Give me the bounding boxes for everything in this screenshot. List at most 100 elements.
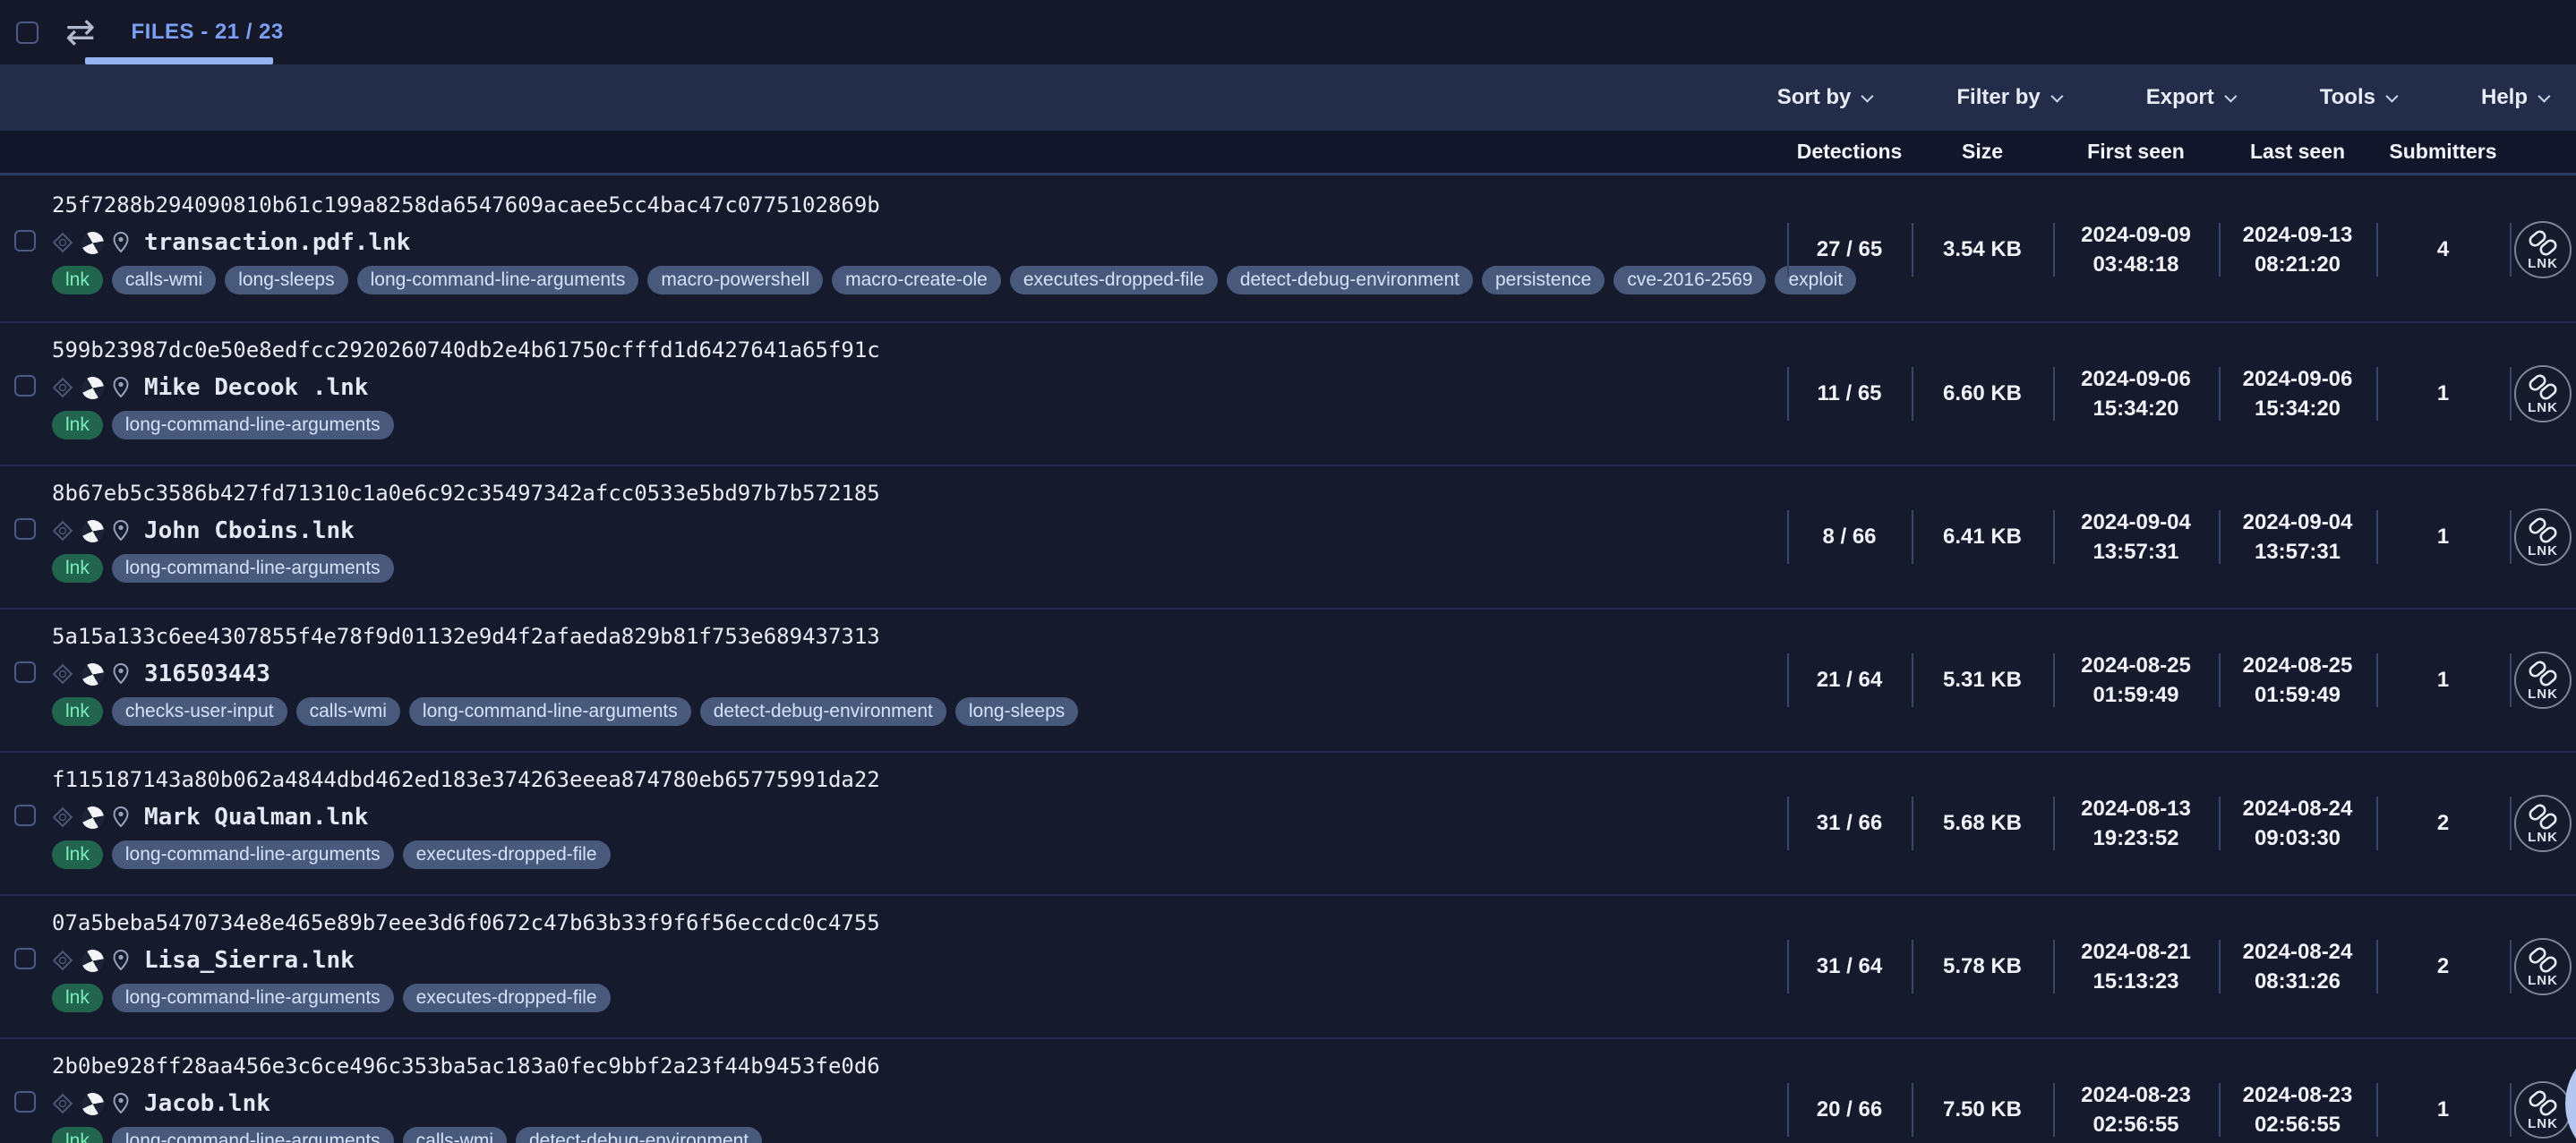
file-hash-link[interactable]: 25f7288b294090810b61c199a8258da6547609ac… (52, 192, 1865, 218)
tag-pill[interactable]: calls-wmi (112, 266, 216, 294)
submitters-value: 2 (2437, 954, 2449, 979)
file-hash-link[interactable]: 07a5beba5470734e8e465e89b7eee3d6f0672c47… (52, 910, 880, 935)
file-row: f115187143a80b062a4844dbd462ed183e374263… (0, 751, 2576, 894)
tag-pill[interactable]: long-command-line-arguments (112, 984, 394, 1012)
menu-item-filter-by[interactable]: Filter by (1956, 85, 2059, 110)
tag-pill[interactable]: lnk (52, 840, 103, 869)
tag-pill[interactable]: long-command-line-arguments (112, 1127, 394, 1143)
lnk-file-type-icon: LNK (2513, 364, 2572, 423)
tag-pill[interactable]: lnk (52, 697, 103, 726)
tag-pill[interactable]: persistence (1482, 266, 1605, 294)
detections-cell: 27 / 65 (1787, 178, 1912, 321)
file-info: 599b23987dc0e50e8edfcc2920260740db2e4b61… (52, 337, 880, 439)
crosshair-icon (52, 520, 73, 542)
globe-icon (81, 377, 104, 399)
tag-pill[interactable]: long-command-line-arguments (112, 840, 394, 869)
tag-pill[interactable]: lnk (52, 266, 103, 294)
menu-item-sort-by[interactable]: Sort by (1777, 85, 1871, 110)
tag-pill[interactable]: long-sleeps (955, 697, 1078, 726)
file-type-cell: LNK (2510, 466, 2576, 608)
row-checkbox[interactable] (14, 805, 36, 826)
lnk-file-type-icon: LNK (2513, 651, 2572, 710)
tab-files[interactable]: FILES - 21 / 23 (132, 20, 284, 45)
file-hash-link[interactable]: f115187143a80b062a4844dbd462ed183e374263… (52, 767, 880, 792)
submitters-cell: 1 (2376, 610, 2510, 751)
file-row: 2b0be928ff28aa456e3c6ce496c353ba5ac183a0… (0, 1037, 2576, 1143)
tag-pill[interactable]: long-command-line-arguments (112, 554, 394, 583)
tag-pill[interactable]: macro-create-ole (832, 266, 1001, 294)
lnk-file-type-icon: LNK (2513, 937, 2572, 996)
tag-list: lnk calls-wmi long-sleeps long-command-line… (52, 266, 1865, 294)
column-header-last-seen: Last seen (2219, 140, 2376, 164)
file-type-label: LNK (2528, 256, 2558, 271)
last-seen-cell: 2024-08-24 09:03:30 (2219, 753, 2376, 894)
tag-list: lnk long-command-line-arguments executes-d… (52, 840, 880, 869)
tag-pill[interactable]: detect-debug-environment (516, 1127, 762, 1143)
first-seen-time: 03:48:18 (2092, 250, 2178, 279)
file-rows: 25f7288b294090810b61c199a8258da6547609ac… (0, 178, 2576, 1143)
globe-icon (81, 520, 104, 542)
menu-item-export[interactable]: Export (2146, 85, 2234, 110)
tag-pill[interactable]: long-sleeps (225, 266, 347, 294)
crosshair-icon (52, 377, 73, 398)
tag-pill[interactable]: executes-dropped-file (403, 840, 611, 869)
tag-pill[interactable]: executes-dropped-file (403, 984, 611, 1012)
tag-pill[interactable]: cve-2016-2569 (1613, 266, 1766, 294)
crosshair-icon (52, 232, 73, 253)
submitters-value: 4 (2437, 237, 2449, 262)
row-checkbox[interactable] (14, 1091, 36, 1113)
tag-pill[interactable]: checks-user-input (112, 697, 287, 726)
file-hash-link[interactable]: 5a15a133c6ee4307855f4e78f9d01132e9d4f2af… (52, 624, 1087, 649)
swap-arrows-icon[interactable]: ⇄ (65, 14, 96, 50)
tag-pill[interactable]: calls-wmi (296, 697, 400, 726)
first-seen-cell: 2024-08-23 02:56:55 (2053, 1039, 2219, 1143)
last-seen-date: 2024-08-24 (2243, 794, 2353, 823)
detections-cell: 21 / 64 (1787, 610, 1912, 751)
file-hash-link[interactable]: 599b23987dc0e50e8edfcc2920260740db2e4b61… (52, 337, 880, 363)
file-name-line: 316503443 (52, 660, 1087, 688)
tag-pill[interactable]: detect-debug-environment (1227, 266, 1473, 294)
tag-list: lnk long-command-line-arguments calls-wmi d… (52, 1127, 880, 1143)
file-info: 2b0be928ff28aa456e3c6ce496c353ba5ac183a0… (52, 1053, 880, 1143)
first-seen-time: 15:34:20 (2092, 394, 2178, 423)
file-info-cell: f115187143a80b062a4844dbd462ed183e374263… (0, 753, 1787, 894)
submitters-value: 2 (2437, 811, 2449, 836)
tag-pill[interactable]: lnk (52, 411, 103, 439)
tag-pill[interactable]: long-command-line-arguments (357, 266, 639, 294)
row-checkbox[interactable] (14, 375, 36, 397)
tag-pill[interactable]: lnk (52, 554, 103, 583)
file-name: 316503443 (144, 661, 270, 687)
file-hash-link[interactable]: 2b0be928ff28aa456e3c6ce496c353ba5ac183a0… (52, 1053, 880, 1079)
row-checkbox[interactable] (14, 661, 36, 683)
tag-pill[interactable]: lnk (52, 1127, 103, 1143)
tag-pill[interactable]: long-command-line-arguments (409, 697, 691, 726)
last-seen-cell: 2024-08-25 01:59:49 (2219, 610, 2376, 751)
tag-pill[interactable]: long-command-line-arguments (112, 411, 394, 439)
row-checkbox[interactable] (14, 230, 36, 252)
tag-pill[interactable]: macro-powershell (647, 266, 823, 294)
size-value: 5.78 KB (1943, 954, 2022, 979)
crosshair-icon (52, 663, 73, 685)
file-type-label: LNK (2528, 543, 2558, 559)
submitters-cell: 2 (2376, 753, 2510, 894)
file-name-line: Mike Decook .lnk (52, 373, 880, 402)
row-checkbox[interactable] (14, 948, 36, 969)
first-seen-time: 01:59:49 (2092, 680, 2178, 710)
tag-pill[interactable]: detect-debug-environment (700, 697, 946, 726)
menubar: Sort by Filter by Export Tools Help (0, 64, 2576, 131)
menu-item-help[interactable]: Help (2481, 85, 2547, 110)
file-hash-link[interactable]: 8b67eb5c3586b427fd71310c1a0e6c92c3549734… (52, 481, 880, 506)
first-seen-cell: 2024-09-06 15:34:20 (2053, 323, 2219, 465)
file-row: 25f7288b294090810b61c199a8258da6547609ac… (0, 178, 2576, 321)
file-info: 8b67eb5c3586b427fd71310c1a0e6c92c3549734… (52, 481, 880, 583)
last-seen-time: 09:03:30 (2255, 823, 2341, 853)
file-name: transaction.pdf.lnk (144, 229, 410, 256)
row-checkbox[interactable] (14, 518, 36, 540)
select-all-checkbox[interactable] (16, 21, 39, 44)
menu-item-tools[interactable]: Tools (2320, 85, 2395, 110)
file-info-cell: 8b67eb5c3586b427fd71310c1a0e6c92c3549734… (0, 466, 1787, 608)
first-seen-date: 2024-09-04 (2081, 508, 2191, 537)
tag-pill[interactable]: executes-dropped-file (1010, 266, 1218, 294)
tag-pill[interactable]: lnk (52, 984, 103, 1012)
tag-pill[interactable]: calls-wmi (403, 1127, 507, 1143)
